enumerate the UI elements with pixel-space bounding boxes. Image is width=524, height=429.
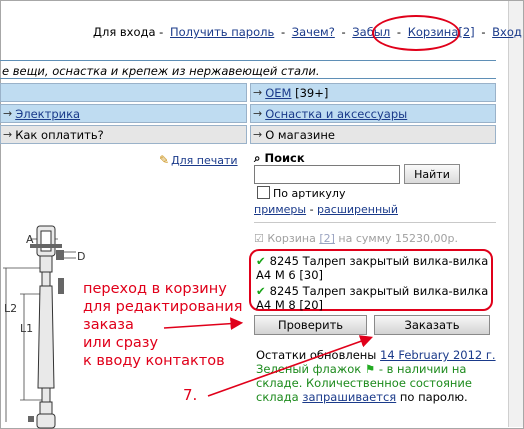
annotation-arrow-icon [207, 335, 374, 397]
annotation-arrow-icon [163, 317, 244, 331]
annotation-arrows [163, 317, 374, 397]
